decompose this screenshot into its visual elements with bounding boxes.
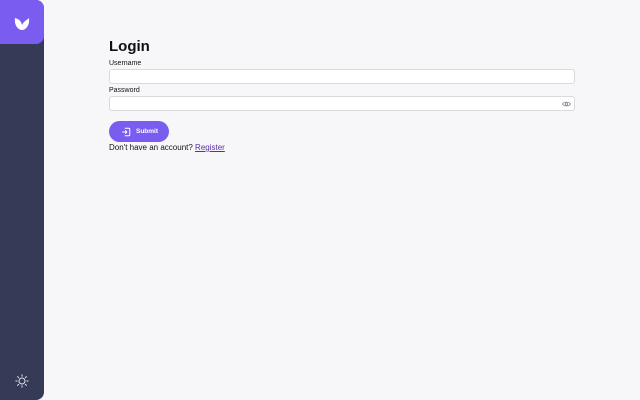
theme-toggle-button[interactable] xyxy=(13,372,31,390)
logo-mark-icon xyxy=(14,18,30,30)
username-label: Username xyxy=(109,60,142,67)
password-label: Password xyxy=(109,87,140,94)
password-field-wrapper xyxy=(109,96,575,111)
username-field-wrapper xyxy=(109,69,575,84)
show-password-button[interactable] xyxy=(562,100,571,108)
login-icon xyxy=(122,127,131,136)
register-link[interactable]: Register xyxy=(195,143,225,152)
logo[interactable] xyxy=(0,0,44,44)
register-prompt: Don't have an account? Register xyxy=(109,143,576,153)
login-form: Login Username Password Submit Don't hav… xyxy=(109,38,576,153)
no-account-text: Don't have an account? xyxy=(109,143,193,152)
sun-icon xyxy=(15,374,29,388)
submit-label: Submit xyxy=(136,128,159,135)
username-input[interactable] xyxy=(110,70,574,83)
eye-icon xyxy=(562,101,571,107)
page-title: Login xyxy=(109,38,150,55)
password-input[interactable] xyxy=(110,97,574,110)
submit-button[interactable]: Submit xyxy=(109,121,170,142)
sidebar xyxy=(0,0,44,400)
